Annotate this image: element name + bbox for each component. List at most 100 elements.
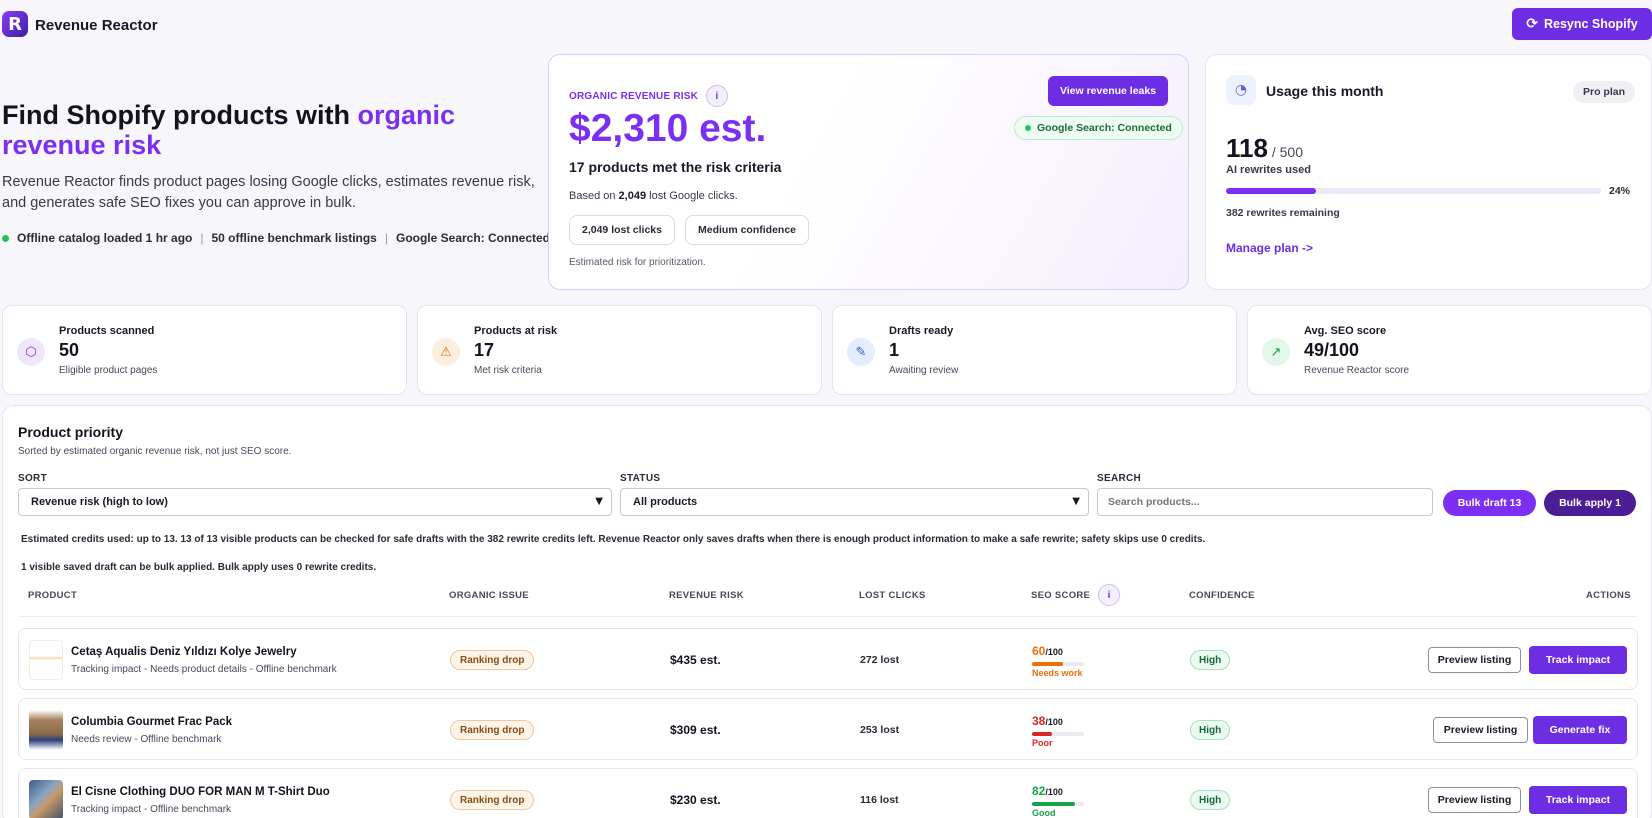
status-select[interactable]: All products ▼ — [620, 488, 1089, 516]
product-thumbnail — [29, 780, 63, 818]
separator: | — [384, 231, 388, 245]
connected-dot-icon — [1025, 125, 1031, 131]
risk-card-label: ORGANIC REVENUE RISK i — [569, 85, 729, 107]
revenue-risk: $230 est. — [670, 793, 721, 807]
based-prefix: Based on — [569, 190, 619, 202]
based-value: 2,049 — [618, 190, 647, 202]
plan-badge: Pro plan — [1573, 81, 1636, 103]
product-name[interactable]: Columbia Gourmet Frac Pack — [71, 716, 232, 728]
risk-footnote: Estimated risk for prioritization. — [569, 257, 706, 268]
bulk-apply-button[interactable]: Bulk apply 1 — [1544, 490, 1636, 516]
confidence-label: confidence — [740, 224, 797, 236]
usage-percent: 24% — [1609, 185, 1631, 197]
top-bar: R Revenue Reactor ⟳ Resync Shopify — [0, 0, 1652, 50]
product-thumbnail — [29, 640, 63, 680]
cube-icon: ⬡ — [17, 338, 45, 366]
status-label: STATUS — [620, 473, 661, 484]
search-input[interactable] — [1097, 488, 1433, 516]
lost-clicks-pill: 2,049 lost clicks — [569, 215, 675, 245]
column-header-product: PRODUCT — [28, 590, 78, 601]
usage-progress-fill — [1226, 188, 1316, 194]
hero-title: Find Shopify products with organic reven… — [2, 100, 532, 160]
risk-card-label-text: ORGANIC REVENUE RISK — [569, 90, 699, 102]
stat-label: Products scanned — [59, 325, 155, 337]
bulk-draft-button[interactable]: Bulk draft 13 — [1443, 490, 1536, 516]
app-logo[interactable]: R — [2, 11, 28, 37]
catalog-status: Offline catalog loaded 1 hr ago — [17, 231, 193, 245]
product-name[interactable]: El Cisne Clothing DUO FOR MAN M T-Shirt … — [71, 786, 330, 798]
table-row[interactable]: Cetaş Aqualis Deniz Yıldızı Kolye Jewelr… — [18, 628, 1638, 690]
credits-note: Estimated credits used: up to 13. 13 of … — [21, 534, 1206, 545]
confidence-badge: High — [1190, 650, 1231, 670]
stat-sub: Revenue Reactor score — [1304, 365, 1410, 376]
product-priority-card: Product priority Sorted by estimated org… — [2, 405, 1652, 818]
preview-listing-button[interactable]: Preview listing — [1428, 647, 1521, 673]
seo-score: 82/100 Good — [1032, 782, 1084, 818]
revenue-risk: $309 est. — [670, 723, 721, 737]
table-row[interactable]: Columbia Gourmet Frac Pack Needs review … — [18, 698, 1638, 760]
manage-plan-link[interactable]: Manage plan -> — [1226, 241, 1313, 255]
info-icon[interactable]: i — [1098, 584, 1121, 606]
lost-clicks: 116 lost — [860, 794, 899, 806]
seo-header-label: SEO SCORE — [1031, 589, 1091, 601]
stat-card-products-at-risk: ⚠ Products at risk 17 Met risk criteria — [417, 305, 822, 395]
status-dot-icon — [2, 234, 9, 242]
seo-score-fill — [1032, 662, 1064, 666]
confidence-pill: Medium confidence — [684, 215, 810, 245]
generate-fix-button[interactable]: Generate fix — [1533, 716, 1627, 744]
seo-score-max: /100 — [1045, 787, 1063, 797]
stat-sub: Met risk criteria — [474, 365, 542, 376]
seo-score-value: 82 — [1032, 784, 1046, 798]
seo-score-fill — [1032, 732, 1052, 736]
seo-score: 60/100 Needs work — [1032, 642, 1084, 678]
info-icon[interactable]: i — [706, 85, 729, 107]
seo-score-max: /100 — [1045, 647, 1063, 657]
stat-value: 49/100 — [1304, 340, 1360, 360]
resync-label: Resync Shopify — [1543, 17, 1638, 31]
sort-select[interactable]: Revenue risk (high to low) ▼ — [18, 488, 612, 516]
warning-icon: ⚠ — [432, 338, 460, 366]
usage-count: 118 / 500 — [1226, 133, 1303, 164]
trending-up-icon: ↗ — [1262, 338, 1290, 366]
hero-subtitle: Revenue Reactor finds product pages losi… — [2, 174, 535, 211]
seo-score: 38/100 Poor — [1032, 712, 1084, 748]
google-status: Google Search: Connected — [395, 231, 551, 245]
stat-label: Products at risk — [474, 325, 558, 337]
seo-score-max: /100 — [1045, 717, 1063, 727]
table-row[interactable]: El Cisne Clothing DUO FOR MAN M T-Shirt … — [18, 768, 1638, 818]
seo-score-bar — [1032, 802, 1084, 806]
header-divider — [18, 616, 1638, 617]
preview-listing-button[interactable]: Preview listing — [1433, 717, 1528, 743]
issue-badge: Ranking drop — [450, 720, 535, 740]
resync-shopify-button[interactable]: ⟳ Resync Shopify — [1512, 8, 1652, 40]
seo-score-value: 60 — [1032, 644, 1046, 658]
stat-card-drafts-ready: ✎ Drafts ready 1 Awaiting review — [832, 305, 1237, 395]
saved-draft-note: 1 visible saved draft can be bulk applie… — [21, 562, 377, 573]
seo-score-fill — [1032, 802, 1075, 806]
usage-card: ◔ Usage this month Pro plan 118 / 500 AI… — [1205, 54, 1652, 290]
status-select-value: All products — [633, 496, 698, 508]
track-impact-button[interactable]: Track impact — [1529, 646, 1627, 674]
track-impact-button[interactable]: Track impact — [1529, 786, 1627, 814]
risk-based-on: Based on 2,049 lost Google clicks. — [569, 190, 738, 202]
column-header-confidence: CONFIDENCE — [1189, 590, 1255, 601]
lost-clicks-label: lost clicks — [611, 224, 662, 236]
product-meta: Needs review - Offline benchmark — [71, 734, 222, 745]
chevron-down-icon: ▼ — [1072, 496, 1080, 507]
stat-card-avg-seo-score: ↗ Avg. SEO score 49/100 Revenue Reactor … — [1247, 305, 1652, 395]
seo-score-bar — [1032, 662, 1084, 666]
usage-progress-bar — [1226, 188, 1601, 194]
refresh-icon: ⟳ — [1526, 16, 1538, 32]
sort-select-value: Revenue risk (high to low) — [31, 496, 168, 508]
confidence-badge: High — [1190, 720, 1231, 740]
view-revenue-leaks-button[interactable]: View revenue leaks — [1048, 76, 1168, 106]
risk-value: $2,310 est. — [569, 107, 767, 150]
product-name[interactable]: Cetaş Aqualis Deniz Yıldızı Kolye Jewelr… — [71, 646, 297, 658]
product-thumbnail — [29, 710, 63, 750]
google-search-badge-label: Google Search: Connected — [1037, 122, 1172, 134]
product-priority-title: Product priority — [18, 424, 124, 440]
usage-total: / 500 — [1267, 144, 1303, 160]
column-header-seo-score: SEO SCORE i — [1031, 584, 1121, 606]
preview-listing-button[interactable]: Preview listing — [1428, 787, 1521, 813]
usage-remaining: 382 rewrites remaining — [1226, 207, 1340, 219]
